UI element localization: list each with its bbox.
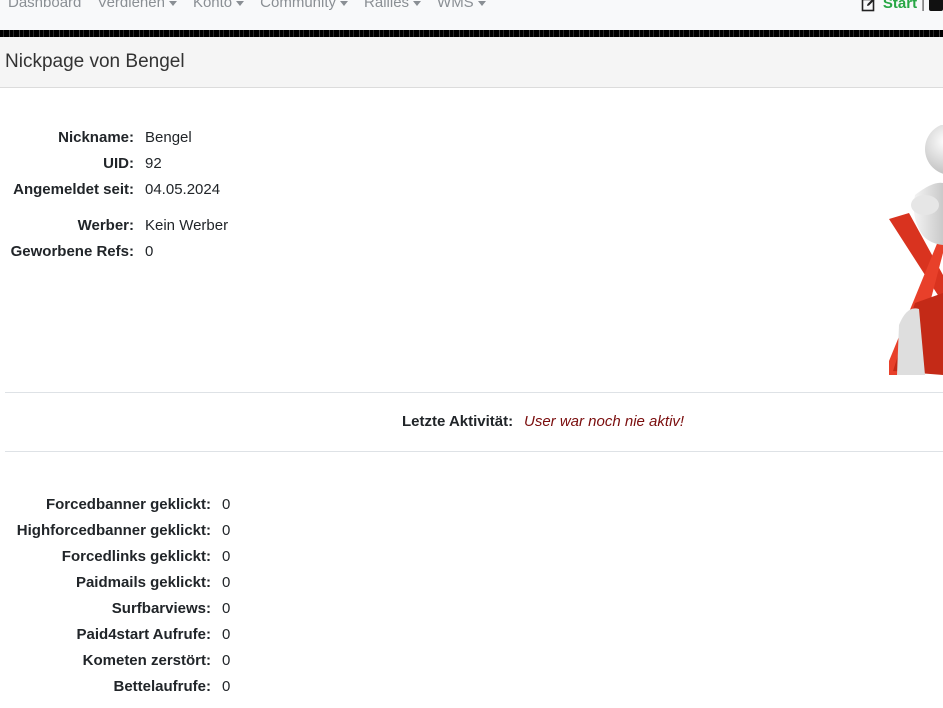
page-title: Nickpage von Bengel: [5, 51, 185, 72]
stat-value: 0: [222, 522, 231, 539]
nav-item-label: Konto: [192, 0, 233, 11]
stat-value: 0: [222, 600, 231, 617]
divider: [5, 392, 943, 393]
stat-label: Surfbarviews:: [111, 600, 211, 617]
nav-item-wms[interactable]: WMS: [437, 0, 486, 11]
stat-value: 0: [222, 678, 231, 695]
avatar-image: [885, 125, 943, 375]
decorative-banner-strip: [0, 30, 943, 37]
avatar: [885, 125, 943, 375]
stat-label: Kometen zerstört:: [82, 652, 211, 669]
nav-separator: |: [921, 0, 925, 12]
caret-down-icon: [168, 1, 177, 6]
nav-item-konto[interactable]: Konto: [192, 0, 245, 11]
stat-value: 0: [222, 496, 231, 513]
nav-item-community[interactable]: Community: [260, 0, 349, 11]
stat-label: Highforcedbanner geklickt:: [16, 522, 211, 539]
nav-item-label: Rallies: [364, 0, 410, 11]
stat-value: 0: [222, 548, 231, 565]
field-label: Werber:: [77, 217, 134, 234]
field-label: Nickname:: [58, 129, 134, 146]
field-value: Bengel: [145, 129, 192, 146]
start-link[interactable]: Start: [883, 0, 917, 12]
caret-down-icon: [340, 1, 349, 6]
top-navbar: Dashboard Verdienen Konto Community Rall…: [0, 0, 943, 30]
field-value: Kein Werber: [145, 217, 229, 234]
nav-right: Start |: [861, 0, 943, 12]
user-icon[interactable]: [929, 0, 943, 11]
stat-label: Bettelaufrufe:: [113, 678, 211, 695]
activity-label: Letzte Aktivität:: [402, 413, 514, 430]
stat-label: Forcedlinks geklickt:: [61, 548, 211, 565]
field-value: 0: [145, 243, 154, 260]
caret-down-icon: [413, 1, 422, 6]
last-activity: Letzte Aktivität: User war noch nie akti…: [0, 411, 943, 433]
edit-icon: [861, 0, 875, 11]
nav-item-label: Dashboard: [8, 0, 82, 11]
nav-item-label: Verdienen: [97, 0, 165, 11]
field-label: UID:: [103, 155, 134, 172]
stat-label: Paid4start Aufrufe:: [76, 626, 211, 643]
nav-item-label: WMS: [437, 0, 474, 11]
divider: [5, 451, 943, 452]
stat-value: 0: [222, 626, 231, 643]
stat-value: 0: [222, 574, 231, 591]
nav-item-label: Community: [260, 0, 337, 11]
stat-label: Paidmails geklickt:: [75, 574, 211, 591]
page-header: Nickpage von Bengel: [0, 37, 943, 88]
nav-item-verdienen[interactable]: Verdienen: [97, 0, 177, 11]
caret-down-icon: [477, 1, 486, 6]
stat-value: 0: [222, 652, 231, 669]
field-value: 92: [145, 155, 162, 172]
nav-item-rallies[interactable]: Rallies: [364, 0, 422, 11]
field-value: 04.05.2024: [145, 181, 221, 198]
field-label: Angemeldet seit:: [13, 181, 134, 198]
caret-down-icon: [236, 1, 245, 6]
stat-label: Forcedbanner geklickt:: [45, 496, 211, 513]
activity-value: User war noch nie aktiv!: [524, 413, 685, 430]
field-label: Geworbene Refs:: [10, 243, 134, 260]
nav-item-dashboard[interactable]: Dashboard: [8, 0, 81, 11]
nav-menu: Dashboard Verdienen Konto Community Rall…: [8, 0, 486, 11]
